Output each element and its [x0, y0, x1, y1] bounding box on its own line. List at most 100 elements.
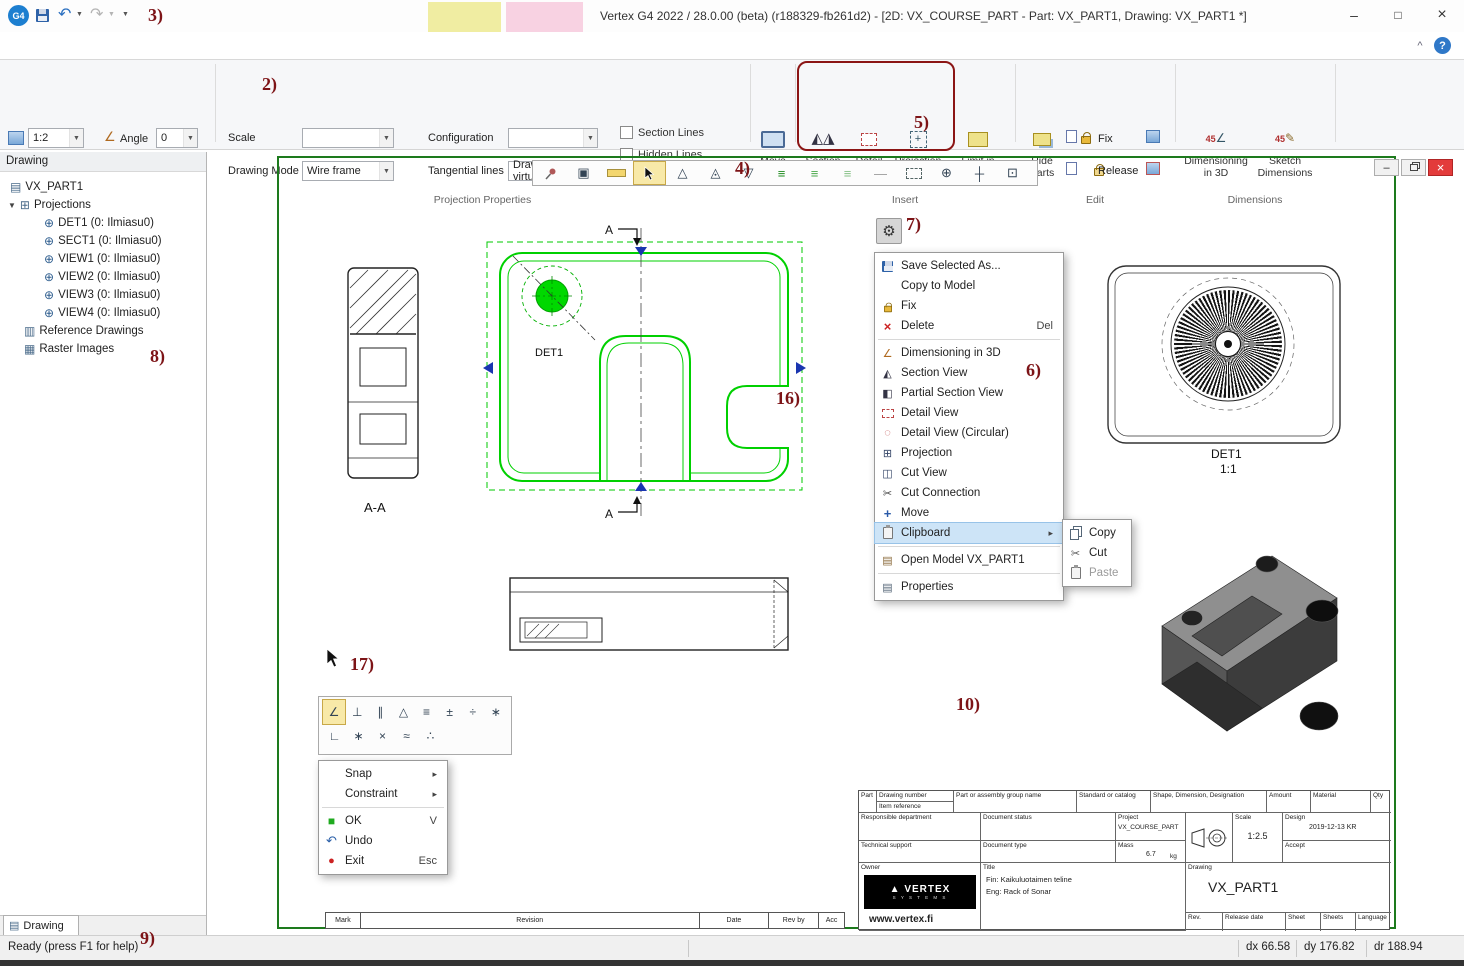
tree-item-projections[interactable]: ▼⊞Projections [8, 196, 91, 214]
submenu-arrow-icon: ▸ [432, 789, 437, 800]
checkbox-icon[interactable] [620, 126, 633, 139]
zoom-icon[interactable]: ⊕ [931, 162, 962, 184]
tree-item-view4[interactable]: ⊕VIEW4 (0: Ilmiasu0) [44, 304, 160, 322]
mdi-restore-button[interactable] [1401, 159, 1426, 176]
menu-item-copy-to-model[interactable]: Copy to Model [875, 276, 1063, 296]
parallel-lock-icon[interactable]: ∥ [369, 700, 391, 724]
scale-combo[interactable]: ▼ [302, 128, 394, 148]
section-lines-checkbox[interactable]: Section Lines [620, 126, 704, 139]
triangle-alt-icon[interactable]: ◬ [700, 162, 731, 184]
menu-item-projection[interactable]: ⊞Projection [875, 443, 1063, 463]
star-lock-icon[interactable]: ∗ [485, 700, 507, 724]
menu-item-undo[interactable]: ↶Undo [319, 831, 447, 851]
submenu-item-paste[interactable]: Paste [1063, 563, 1131, 583]
tree-item-vx-part1[interactable]: ▤VX_PART1 [10, 178, 83, 196]
bottom-view[interactable] [510, 578, 788, 650]
corner-snap-icon[interactable]: ∟ [323, 724, 346, 748]
revision-table: Mark Revision Date Rev by Acc [325, 912, 845, 929]
app-logo[interactable]: G4 [8, 5, 29, 26]
menu-item-snap[interactable]: Snap▸ [319, 764, 447, 784]
projection-lines-icon[interactable]: ≡ [766, 162, 797, 184]
dropdown-arrow-icon[interactable]: ▼ [183, 129, 197, 147]
fit-view-icon[interactable]: ⊡ [997, 162, 1028, 184]
menu-item-constraint[interactable]: Constraint▸ [319, 784, 447, 804]
wave-snap-icon[interactable]: ≈ [395, 724, 418, 748]
tree-item-view2[interactable]: ⊕VIEW2 (0: Ilmiasu0) [44, 268, 160, 286]
dropdown-arrow-icon[interactable]: ▼ [69, 129, 83, 147]
selected-projection-view[interactable] [483, 228, 806, 516]
menu-item-open-model[interactable]: ▤Open Model VX_PART1 [875, 550, 1063, 570]
tb-title: Title Fin: Kaikuluotaimen teline Eng: Ra… [981, 863, 1186, 931]
perpendicular-lock-icon[interactable]: ⊥ [346, 700, 368, 724]
view-box-icon[interactable]: ▣ [568, 162, 599, 184]
section-arrow-bottom: A [605, 496, 641, 521]
tree-item-sect1[interactable]: ⊕SECT1 (0: Ilmiasu0) [44, 232, 162, 250]
tb-standard: Standard or catalog [1077, 791, 1151, 813]
dropdown-arrow-icon[interactable]: ▼ [583, 129, 597, 147]
menu-item-detail-view-circular[interactable]: ◌Detail View (Circular) [875, 423, 1063, 443]
triangle-snap-icon[interactable]: △ [667, 162, 698, 184]
maximize-button[interactable]: □ [1376, 0, 1420, 30]
menu-item-ok[interactable]: ■OKV [319, 811, 447, 831]
plusminus-lock-icon[interactable]: ± [439, 700, 461, 724]
section-view-a-a[interactable] [348, 268, 418, 478]
menu-item-clipboard[interactable]: Clipboard▸ [875, 523, 1063, 543]
drawing-scale-combo[interactable]: 1:2▼ [28, 128, 84, 148]
fix-button[interactable]: Fix [1098, 133, 1113, 145]
shaded-3d-view[interactable] [1162, 556, 1338, 731]
spray-snap-icon[interactable]: ∗ [347, 724, 370, 748]
tree-item-det1[interactable]: ⊕DET1 (0: Ilmiasu0) [44, 214, 154, 232]
menu-item-move[interactable]: +Move [875, 503, 1063, 523]
menu-item-detail-view[interactable]: Detail View [875, 403, 1063, 423]
help-icon[interactable]: ? [1434, 37, 1451, 54]
sidebar-tab-drawing[interactable]: ▤Drawing [3, 915, 79, 935]
tree-item-reference-drawings[interactable]: ▥Reference Drawings [24, 322, 144, 340]
dropdown-arrow-icon[interactable]: ▼ [379, 129, 393, 147]
menu-item-cut-view[interactable]: ◫Cut View [875, 463, 1063, 483]
tb-technical-support: Technical support [859, 841, 981, 863]
submenu-item-cut[interactable]: ✂Cut [1063, 543, 1131, 563]
configuration-combo[interactable]: ▼ [508, 128, 598, 148]
menu-item-cut-connection[interactable]: ✂Cut Connection [875, 483, 1063, 503]
pin-icon[interactable] [535, 162, 566, 184]
qat-customize-icon[interactable]: ▼ [122, 11, 129, 18]
marquee-select-icon[interactable] [898, 162, 929, 184]
menu-item-partial-section-view[interactable]: ◧Partial Section View [875, 383, 1063, 403]
ruler-icon[interactable] [601, 162, 632, 184]
cross-snap-icon[interactable]: × [371, 724, 394, 748]
origin-axes-icon[interactable]: ┼ [964, 162, 995, 184]
view-settings-gear-button[interactable]: ⚙ [876, 218, 902, 244]
dots-snap-icon[interactable]: ∴ [419, 724, 442, 748]
fix-exchange-icon[interactable] [1146, 130, 1160, 143]
close-button[interactable]: × [1420, 0, 1464, 30]
save-button[interactable] [36, 9, 49, 25]
menu-item-properties[interactable]: ▤Properties [875, 577, 1063, 597]
divide-lock-icon[interactable]: ÷ [462, 700, 484, 724]
tb-item-reference: Item reference [877, 802, 954, 813]
redo-button[interactable]: ↷ [90, 4, 103, 24]
tree-item-view3[interactable]: ⊕VIEW3 (0: Ilmiasu0) [44, 286, 160, 304]
projection-lines-2-icon[interactable]: ≡ [799, 162, 830, 184]
menu-item-delete[interactable]: ×DeleteDel [875, 316, 1063, 336]
menu-item-save-selected-as[interactable]: Save Selected As... [875, 256, 1063, 276]
mdi-minimize-button[interactable]: – [1374, 159, 1399, 176]
chevron-down-icon[interactable]: ▼ [8, 201, 16, 210]
triangle-lock-icon[interactable]: △ [392, 700, 414, 724]
hidden-line-icon[interactable]: — [865, 162, 896, 184]
redo-dropdown-icon[interactable]: ▼ [108, 11, 115, 18]
tree-item-raster-images[interactable]: ▦Raster Images [24, 340, 114, 358]
menu-item-exit[interactable]: ●ExitEsc [319, 851, 447, 871]
tree-item-view1[interactable]: ⊕VIEW1 (0: Ilmiasu0) [44, 250, 160, 268]
menu-item-fix[interactable]: Fix [875, 296, 1063, 316]
equal-lock-icon[interactable]: ≡ [416, 700, 438, 724]
angle-combo[interactable]: 0▼ [156, 128, 198, 148]
mdi-close-button[interactable]: × [1428, 159, 1453, 176]
select-cursor-icon[interactable] [634, 162, 665, 184]
minimize-button[interactable]: – [1332, 0, 1376, 30]
collapse-ribbon-icon[interactable]: ^ [1412, 38, 1428, 54]
submenu-item-copy[interactable]: Copy [1063, 523, 1131, 543]
undo-dropdown-icon[interactable]: ▼ [76, 11, 83, 18]
angle-lock-icon[interactable]: ∠ [323, 700, 345, 724]
projection-lines-3-icon[interactable]: ≡ [832, 162, 863, 184]
undo-button[interactable]: ↶ [58, 4, 71, 24]
